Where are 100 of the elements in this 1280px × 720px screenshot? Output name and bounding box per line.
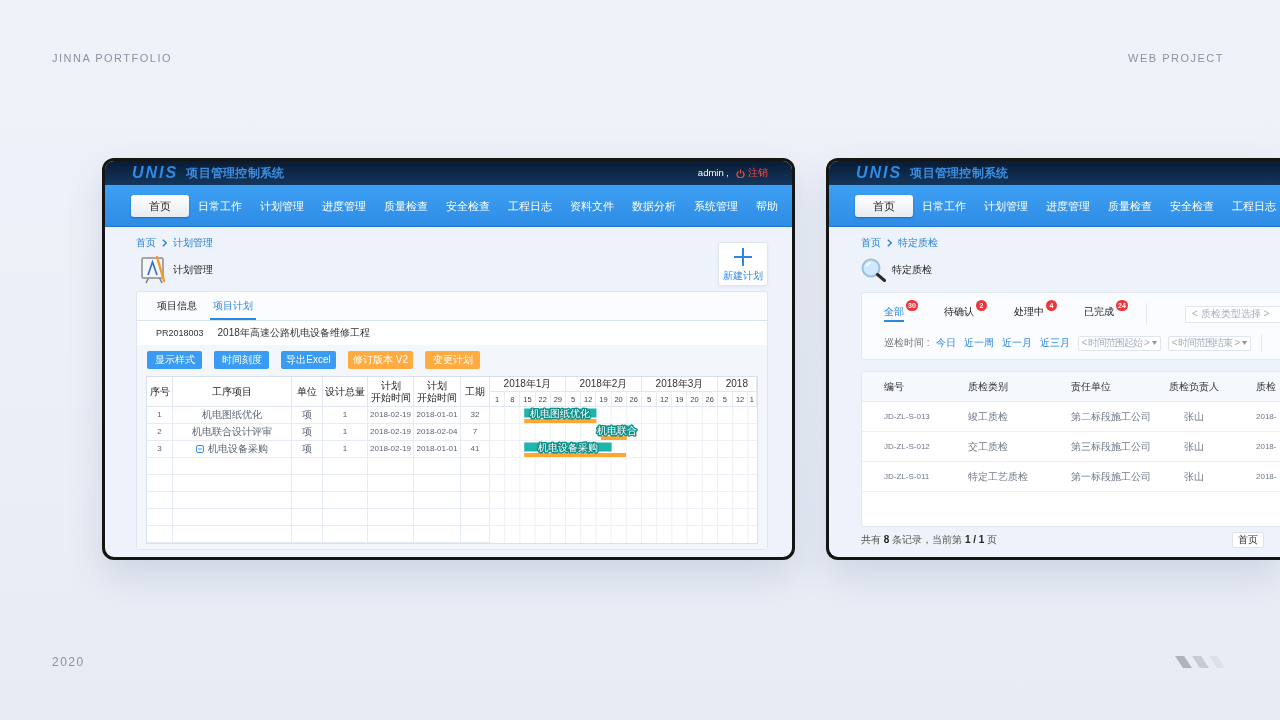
column-header: 计划开始时间: [370, 379, 411, 404]
breadcrumb-link[interactable]: 特定质检: [898, 237, 938, 249]
column-header: 质检负责人: [1168, 380, 1220, 393]
date-range-select[interactable]: < 时间范围起始 >: [1077, 335, 1161, 351]
table-cell: 1: [323, 407, 368, 424]
table-cell: 2018-01-01: [414, 407, 461, 424]
tab[interactable]: 项目信息: [154, 292, 200, 320]
gantt-bar: 机电设备采购: [524, 441, 612, 453]
column-header: 工序项目: [212, 385, 252, 398]
action-button[interactable]: 修订版本 V2: [348, 351, 413, 369]
table-cell-text: 特定工艺质检: [968, 470, 1029, 483]
table-cell: 1: [147, 407, 173, 424]
nav-item[interactable]: 计划管理: [975, 194, 1037, 217]
column-header: 计划开始时间: [417, 379, 457, 404]
nav-item[interactable]: 工程日志: [1223, 194, 1280, 217]
project-label: WEB PROJECT: [1128, 51, 1224, 65]
caret-down-icon: [1151, 341, 1157, 345]
breadcrumb-link[interactable]: 计划管理: [173, 237, 213, 249]
table-cell: 2018-02-19: [368, 441, 414, 458]
table-cell: 1: [323, 424, 368, 441]
action-button[interactable]: 显示样式: [147, 351, 202, 369]
empty-cell: [292, 458, 323, 475]
table-cell-text: 张山: [1183, 440, 1205, 453]
quick-range-link[interactable]: 近三月: [1039, 337, 1070, 349]
nav-item[interactable]: 工程日志: [499, 194, 561, 217]
empty-cell: [323, 458, 368, 475]
column-header: 设计总量: [325, 385, 365, 398]
column-header: 单位: [297, 385, 317, 398]
breadcrumb-link[interactable]: 首页: [861, 237, 881, 249]
pager-button[interactable]: 首页: [1232, 532, 1264, 548]
empty-cell: [147, 509, 173, 526]
column-header: 质检类别: [968, 380, 1009, 393]
page-title: 特定质检: [892, 264, 932, 276]
empty-cell: [323, 509, 368, 526]
empty-cell: [323, 492, 368, 509]
table-cell-text: 第一标段施工公司: [1071, 470, 1152, 483]
month-label: 2018年3月: [642, 377, 718, 392]
empty-cell: [368, 526, 414, 543]
action-button[interactable]: 时间刻度: [214, 351, 269, 369]
page-title: 计划管理: [173, 264, 213, 276]
power-icon: [736, 168, 745, 178]
quick-range-link[interactable]: 近一周: [963, 337, 994, 349]
action-button[interactable]: 变更计划: [425, 351, 480, 369]
table-cell-text: 第三标段施工公司: [1071, 440, 1152, 453]
empty-cell: [414, 492, 461, 509]
nav-item[interactable]: 首页: [131, 194, 189, 217]
table-cell-text: JD-ZL-S-013: [884, 410, 931, 423]
table-cell-text: 张山: [1183, 470, 1205, 483]
table-cell: 2018-01-01: [414, 441, 461, 458]
type-select[interactable]: < 质检类型选择 >: [1185, 305, 1280, 323]
nav-item[interactable]: 安全检查: [437, 194, 499, 217]
nav-item[interactable]: 日常工作: [189, 194, 251, 217]
easel-icon: [141, 256, 167, 284]
nav-item[interactable]: 首页: [855, 194, 913, 217]
nav-item[interactable]: 质量检查: [375, 194, 437, 217]
nav-item[interactable]: 安全检查: [1161, 194, 1223, 217]
system-title: 项目管理控制系统: [186, 166, 285, 180]
empty-cell: [368, 475, 414, 492]
caret-down-icon: [1242, 341, 1248, 345]
gantt-bar: 机电图纸优化: [524, 407, 597, 419]
table-cell: 1: [323, 441, 368, 458]
table-cell-text: 交工质检: [968, 440, 1009, 453]
table-cell-text: JD-ZL-S-011: [884, 470, 931, 483]
chevron-right-icon: [887, 239, 892, 247]
user-name: admin ,: [697, 167, 729, 179]
nav-item[interactable]: 系统管理: [685, 194, 747, 217]
nav-item[interactable]: 进度管理: [313, 194, 375, 217]
record-summary: 共有 8 条记录，当前第 1 / 1 页: [861, 534, 998, 546]
action-button[interactable]: 导出Excel: [281, 351, 336, 369]
nav-item[interactable]: 进度管理: [1037, 194, 1099, 217]
nav-item[interactable]: 资料文件: [561, 194, 623, 217]
new-plan-button[interactable]: 新建计划: [718, 242, 768, 286]
nav-item[interactable]: 帮助: [747, 194, 787, 217]
logo: UNIS: [856, 165, 903, 181]
quick-range-link[interactable]: 今日: [935, 337, 956, 349]
empty-cell: [323, 526, 368, 543]
nav-item[interactable]: 质量检查: [1099, 194, 1161, 217]
search-icon: [861, 258, 886, 282]
logout-button[interactable]: 注销: [736, 167, 768, 179]
table-cell: 项: [292, 407, 323, 424]
empty-cell: [147, 475, 173, 492]
table-cell: 2018-02-19: [368, 407, 414, 424]
minus-square-icon[interactable]: [196, 445, 204, 453]
date-range-select[interactable]: < 时间范围结束 >: [1167, 335, 1252, 351]
nav-item[interactable]: 计划管理: [251, 194, 313, 217]
empty-cell: [414, 509, 461, 526]
empty-cell: [147, 492, 173, 509]
system-title: 项目管理控制系统: [910, 166, 1009, 180]
quick-range-link[interactable]: 近一月: [1001, 337, 1032, 349]
nav-item[interactable]: 数据分析: [623, 194, 685, 217]
table-cell-text: 2018-: [1255, 440, 1278, 453]
nav-item[interactable]: 日常工作: [913, 194, 975, 217]
project-name: 2018年高速公路机电设备维修工程: [217, 326, 370, 340]
table-cell-text: 张山: [1183, 410, 1205, 423]
month-label: 2018年2月: [566, 377, 642, 392]
table-cell: 2018-02-04: [414, 424, 461, 441]
gantt-bar: [600, 436, 627, 440]
empty-cell: [368, 509, 414, 526]
breadcrumb-link[interactable]: 首页: [136, 237, 156, 249]
table-cell: 3: [147, 441, 173, 458]
